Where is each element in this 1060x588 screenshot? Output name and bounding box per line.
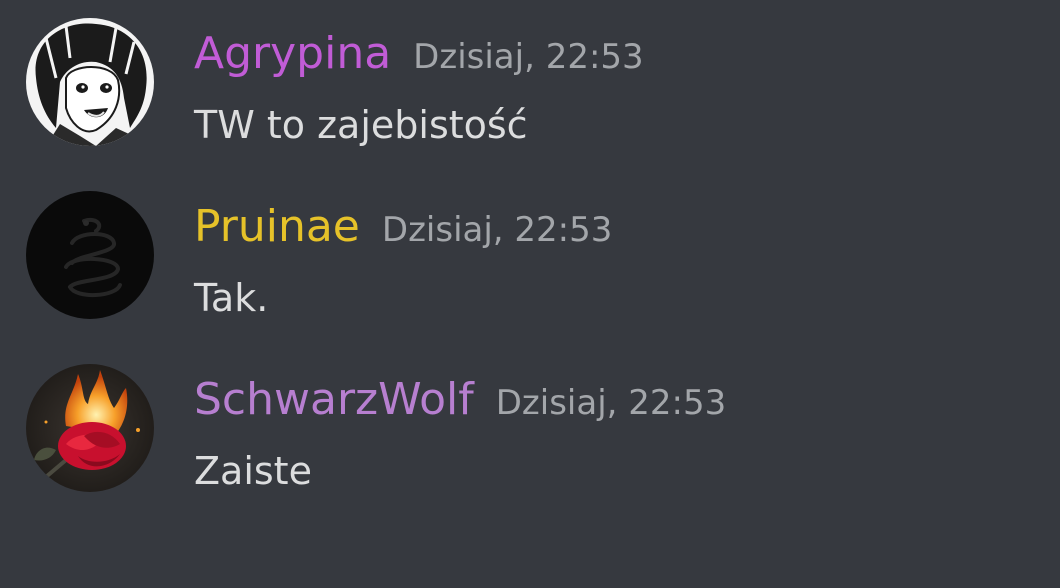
- user-avatar[interactable]: [26, 18, 154, 146]
- timestamp: Dzisiaj, 22:53: [413, 37, 644, 77]
- burning-rose-avatar-icon: [26, 364, 154, 492]
- username[interactable]: Pruinae: [194, 197, 360, 257]
- username[interactable]: Agrypina: [194, 24, 391, 84]
- message-content: Zaiste: [194, 449, 312, 493]
- chat-message: Agrypina Dzisiaj, 22:53 TW to zajebistoś…: [0, 18, 1060, 168]
- user-avatar[interactable]: [26, 364, 154, 492]
- message-header: Agrypina Dzisiaj, 22:53: [194, 24, 644, 84]
- chat-message: SchwarzWolf Dzisiaj, 22:53 Zaiste: [0, 364, 1060, 514]
- message-content: Tak.: [194, 276, 269, 320]
- timestamp: Dzisiaj, 22:53: [381, 210, 613, 250]
- coiled-snake-avatar-icon: [26, 191, 154, 319]
- user-avatar[interactable]: [26, 191, 154, 319]
- message-header: SchwarzWolf Dzisiaj, 22:53: [194, 370, 726, 430]
- username[interactable]: SchwarzWolf: [194, 370, 474, 430]
- chat-message: Pruinae Dzisiaj, 22:53 Tak.: [0, 191, 1060, 341]
- anime-character-avatar-icon: [26, 18, 154, 146]
- message-content: TW to zajebistość: [194, 103, 528, 147]
- chat-message-list: Agrypina Dzisiaj, 22:53 TW to zajebistoś…: [0, 0, 1060, 588]
- message-header: Pruinae Dzisiaj, 22:53: [194, 197, 612, 257]
- timestamp: Dzisiaj, 22:53: [495, 383, 727, 423]
